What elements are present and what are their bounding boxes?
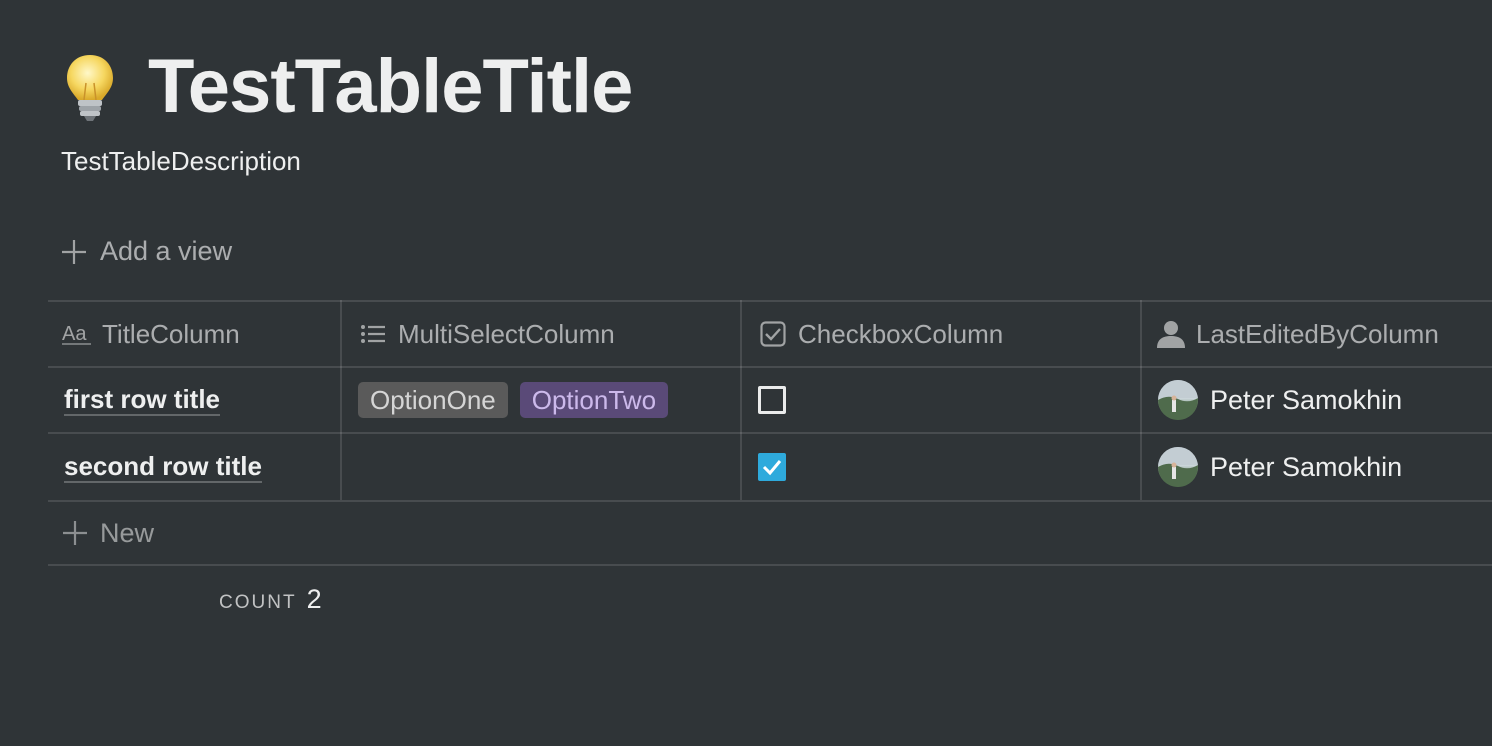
column-divider <box>340 300 342 500</box>
avatar[interactable] <box>1158 447 1198 487</box>
new-row-label: New <box>100 517 155 548</box>
column-label: MultiSelectColumn <box>398 318 615 349</box>
text-aa-icon: Aa <box>62 319 92 349</box>
row-title[interactable]: first row title <box>64 384 221 416</box>
row-title[interactable]: second row title <box>64 451 262 483</box>
database-page: TestTableTitle TestTableDescription Add … <box>0 0 1492 746</box>
last-edited-by-cell: Peter Samokhin <box>1158 368 1492 432</box>
editor-name: Peter Samokhin <box>1210 451 1403 482</box>
page-header: TestTableTitle <box>60 42 633 132</box>
checkbox-cell <box>758 368 1138 432</box>
count-footer[interactable]: COUNT 2 <box>219 584 322 615</box>
new-row-button[interactable]: New <box>62 502 462 564</box>
table-row-title-cell[interactable]: first row title <box>64 368 338 432</box>
column-header-last-edited-by[interactable]: LastEditedByColumn <box>1156 302 1492 366</box>
avatar[interactable] <box>1158 380 1198 420</box>
multiselect-cell[interactable]: OptionOne OptionTwo <box>358 368 738 432</box>
plus-icon <box>63 521 87 545</box>
lightbulb-icon[interactable] <box>60 51 120 123</box>
table-row-title-cell[interactable]: second row title <box>64 434 338 500</box>
add-view-button[interactable]: Add a view <box>60 236 232 267</box>
tag-option-one: OptionOne <box>358 382 508 418</box>
column-header-multiselect[interactable]: MultiSelectColumn <box>358 302 738 366</box>
last-edited-by-cell: Peter Samokhin <box>1158 434 1492 500</box>
page-description[interactable]: TestTableDescription <box>61 146 301 177</box>
column-header-title[interactable]: Aa TitleColumn <box>62 302 338 366</box>
row-checkbox-unchecked[interactable] <box>758 386 786 414</box>
count-value: 2 <box>306 584 322 614</box>
column-divider <box>740 300 742 500</box>
checkbox-cell <box>758 434 1138 500</box>
add-view-label: Add a view <box>100 236 233 266</box>
count-label: COUNT <box>219 592 297 613</box>
checkmark-icon <box>762 460 782 476</box>
column-divider <box>1140 300 1142 500</box>
editor-name: Peter Samokhin <box>1210 384 1403 415</box>
column-label: CheckboxColumn <box>798 318 1004 349</box>
column-header-checkbox[interactable]: CheckboxColumn <box>758 302 1138 366</box>
plus-icon <box>62 239 86 264</box>
row-checkbox-checked[interactable] <box>758 453 786 481</box>
multiselect-cell[interactable] <box>358 434 738 500</box>
page-title[interactable]: TestTableTitle <box>148 49 633 125</box>
person-icon <box>1156 319 1186 349</box>
list-icon <box>358 319 388 349</box>
tag-option-two: OptionTwo <box>519 382 669 418</box>
checkbox-icon <box>758 319 788 349</box>
column-label: LastEditedByColumn <box>1196 318 1439 349</box>
column-label: TitleColumn <box>102 318 240 349</box>
divider <box>48 564 1492 566</box>
svg-text:Aa: Aa <box>62 323 87 345</box>
